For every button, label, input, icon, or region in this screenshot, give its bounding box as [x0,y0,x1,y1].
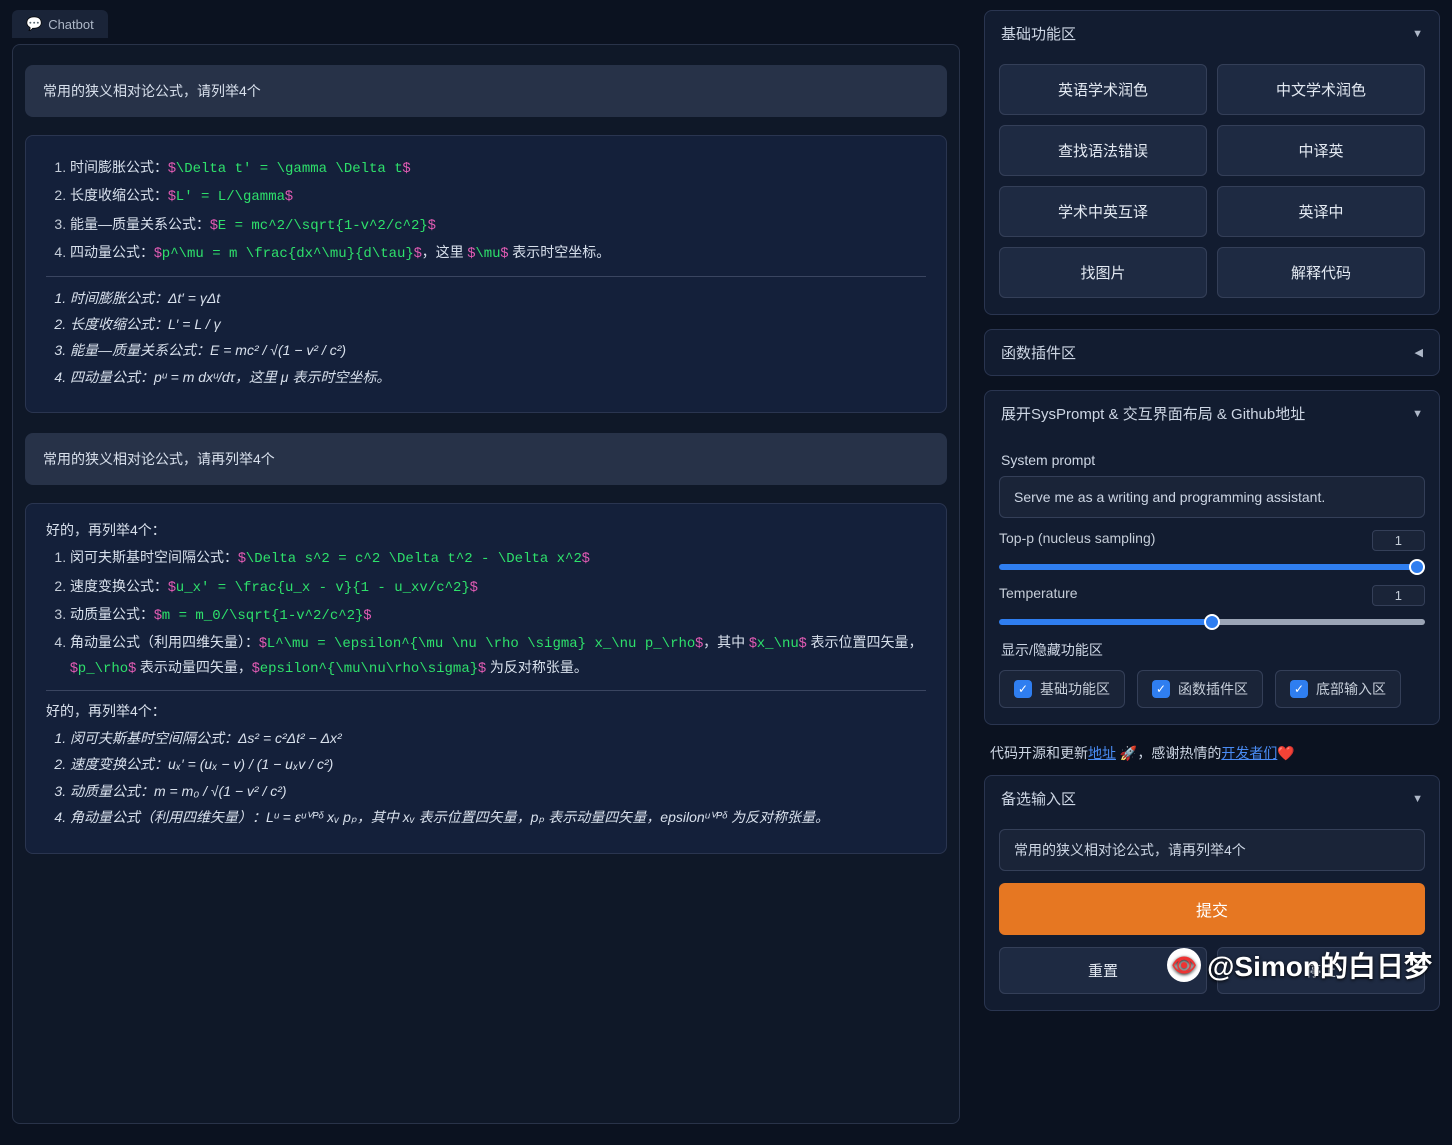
formula-src: 能量—质量关系公式：$E = mc^2/\sqrt{1-v^2/c^2}$ [70,213,926,237]
formula-rendered: 能量—质量关系公式：E = mc² / √(1 − v² / c²) [70,339,926,361]
topp-slider[interactable] [999,564,1425,570]
chevron-left-icon: ◀ [1415,346,1423,359]
function-button[interactable]: 找图片 [999,247,1207,298]
formula-src: 闵可夫斯基时空间隔公式：$\Delta s^2 = c^2 \Delta t^2… [70,546,926,570]
formula-rendered: 闵可夫斯基时空间隔公式：Δs² = c²Δt² − Δx² [70,727,926,749]
credits-line: 代码开源和更新地址 🚀，感谢热情的开发者们❤️ [984,739,1440,775]
temperature-slider[interactable] [999,619,1425,625]
sidebar: 基础功能区 ▼ 英语学术润色中文学术润色查找语法错误中译英学术中英互译英译中找图… [972,0,1452,1145]
formula-rendered: 长度收缩公式：L′ = L / γ [70,313,926,335]
topp-value: 1 [1372,530,1425,551]
formula-rendered: 四动量公式：pᵘ = m dxᵘ/dτ，这里 μ 表示时空坐标。 [70,366,926,388]
function-button[interactable]: 中文学术润色 [1217,64,1425,115]
panel-title: 基础功能区 [1001,23,1076,44]
submit-button[interactable]: 提交 [999,883,1425,935]
panel-title: 备选输入区 [1001,788,1076,809]
visibility-checkbox[interactable]: ✓函数插件区 [1137,670,1263,708]
panel-alt-input: 备选输入区 ▼ 提交 重置 停止 [984,775,1440,1011]
source-link[interactable]: 地址 [1088,745,1116,761]
panel-header-expand[interactable]: 展开SysPrompt & 交互界面布局 & Github地址 ▼ [985,391,1439,436]
function-button[interactable]: 学术中英互译 [999,186,1207,237]
function-button[interactable]: 查找语法错误 [999,125,1207,176]
chevron-down-icon: ▼ [1412,408,1423,420]
function-button[interactable]: 英语学术润色 [999,64,1207,115]
formula-src: 四动量公式：$p^\mu = m \frac{dx^\mu}{d\tau}$，这… [70,241,926,265]
formula-src: 速度变换公式：$u_x' = \frac{u_x - v}{1 - u_xv/c… [70,575,926,599]
bot-lead: 好的，再列举4个： [46,701,926,721]
reset-button[interactable]: 重置 [999,947,1207,994]
toggle-section-label: 显示/隐藏功能区 [1001,640,1423,660]
formula-rendered: 速度变换公式：uₓ′ = (uₓ − v) / (1 − uₓv / c²) [70,753,926,775]
bot-message: 好的，再列举4个： 闵可夫斯基时空间隔公式：$\Delta s^2 = c^2 … [25,503,947,854]
panel-plugins: 函数插件区 ◀ [984,329,1440,376]
check-icon: ✓ [1152,680,1170,698]
panel-title: 函数插件区 [1001,342,1076,363]
check-icon: ✓ [1014,680,1032,698]
tab-label: Chatbot [48,17,94,32]
temperature-value: 1 [1372,585,1425,606]
tab-chatbot[interactable]: 💬 Chatbot [12,10,108,38]
chevron-down-icon: ▼ [1412,28,1423,40]
bot-lead: 好的，再列举4个： [46,520,926,540]
rocket-icon: 🚀 [1120,745,1137,761]
formula-src: 动质量公式：$m = m_0/\sqrt{1-v^2/c^2}$ [70,603,926,627]
temperature-label: Temperature [999,585,1078,606]
chevron-down-icon: ▼ [1412,793,1423,805]
panel-header-basic[interactable]: 基础功能区 ▼ [985,11,1439,56]
alt-input-field[interactable] [999,829,1425,871]
formula-rendered: 时间膨胀公式：Δt′ = γΔt [70,287,926,309]
function-button[interactable]: 中译英 [1217,125,1425,176]
topp-label: Top-p (nucleus sampling) [999,530,1155,551]
chat-icon: 💬 [26,16,42,32]
panel-basic: 基础功能区 ▼ 英语学术润色中文学术润色查找语法错误中译英学术中英互译英译中找图… [984,10,1440,315]
visibility-checkbox[interactable]: ✓底部输入区 [1275,670,1401,708]
user-message: 常用的狭义相对论公式，请列举4个 [25,65,947,117]
user-message: 常用的狭义相对论公式，请再列举4个 [25,433,947,485]
formula-rendered: 角动量公式（利用四维矢量）：Lᵘ = εᵘⱽᴾᵟ xᵥ pₚ，其中 xᵥ 表示位… [70,806,926,828]
chat-area: 常用的狭义相对论公式，请列举4个 时间膨胀公式：$\Delta t' = \ga… [12,44,960,1124]
devs-link[interactable]: 开发者们 [1221,745,1277,761]
heart-icon: ❤️ [1277,745,1294,761]
formula-src: 时间膨胀公式：$\Delta t' = \gamma \Delta t$ [70,156,926,180]
check-icon: ✓ [1290,680,1308,698]
panel-title: 展开SysPrompt & 交互界面布局 & Github地址 [1001,403,1305,424]
visibility-checkbox[interactable]: ✓基础功能区 [999,670,1125,708]
panel-expand: 展开SysPrompt & 交互界面布局 & Github地址 ▼ System… [984,390,1440,725]
system-prompt-input[interactable] [999,476,1425,518]
panel-header-alt-input[interactable]: 备选输入区 ▼ [985,776,1439,821]
function-button[interactable]: 英译中 [1217,186,1425,237]
stop-button[interactable]: 停止 [1217,947,1425,994]
chat-panel: 💬 Chatbot 常用的狭义相对论公式，请列举4个 时间膨胀公式：$\Delt… [0,0,972,1145]
function-button[interactable]: 解释代码 [1217,247,1425,298]
formula-rendered: 动质量公式：m = m₀ / √(1 − v² / c²) [70,780,926,802]
system-prompt-label: System prompt [1001,452,1423,468]
formula-src: 长度收缩公式：$L' = L/\gamma$ [70,184,926,208]
panel-header-plugins[interactable]: 函数插件区 ◀ [985,330,1439,375]
formula-src: 角动量公式（利用四维矢量）：$L^\mu = \epsilon^{\mu \nu… [70,631,926,680]
bot-message: 时间膨胀公式：$\Delta t' = \gamma \Delta t$ 长度收缩… [25,135,947,413]
